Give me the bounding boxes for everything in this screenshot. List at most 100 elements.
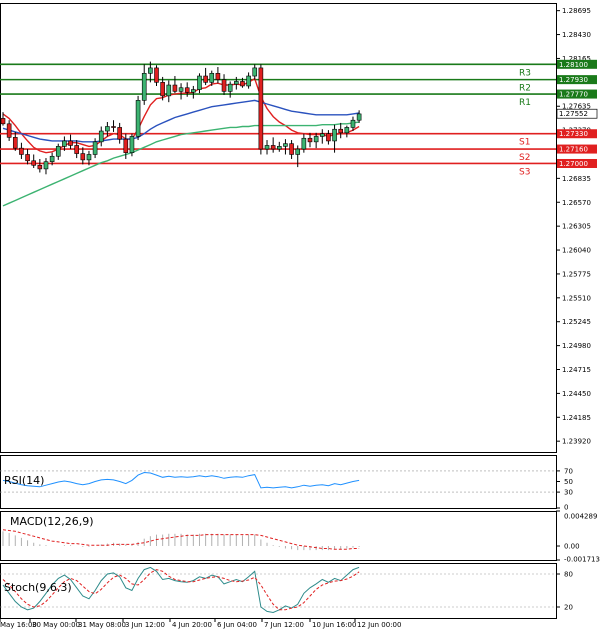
candle-body [326, 133, 331, 142]
macd-tick-label: -0.001713 [564, 556, 600, 564]
rsi-tick-label: 70 [564, 467, 573, 475]
candle [221, 74, 227, 95]
candle [98, 126, 104, 147]
candle-body [264, 145, 270, 150]
price-tick-label: 1.26305 [562, 223, 591, 231]
forex-chart: 1.286951.284301.281651.276351.273701.268… [0, 0, 600, 630]
candle-body [31, 160, 37, 166]
x-tick-label: 3 Jun 12:00 [125, 621, 165, 629]
candle [276, 141, 282, 152]
candle [43, 158, 49, 175]
candle-body [92, 141, 98, 155]
price-tick-label: 1.26040 [562, 247, 591, 255]
panel-frame-rsi [0, 455, 557, 509]
candle-body [62, 140, 67, 147]
candle-body [105, 126, 110, 132]
candle [31, 154, 37, 168]
x-tick-label: 12 Jun 00:00 [357, 621, 401, 629]
candle [338, 122, 344, 139]
price-tick-label: 1.28430 [562, 31, 591, 39]
candle [117, 122, 122, 144]
x-tick-label: 30 May 00:00 [32, 621, 80, 629]
candle-body [178, 87, 184, 92]
candle-body [338, 128, 344, 134]
price-tick-label: 1.24450 [562, 390, 591, 398]
candle-body [307, 137, 313, 143]
price-tick-label: 1.26835 [562, 175, 591, 183]
candle [246, 72, 251, 89]
panel-frame-price [0, 3, 557, 453]
candle-body [276, 146, 282, 150]
candle [270, 137, 276, 153]
candle [234, 76, 239, 90]
x-tick-label: 6 Jun 04:00 [217, 621, 257, 629]
level-label-s1: S1 [519, 138, 530, 148]
candle [111, 120, 116, 132]
candle [289, 140, 294, 159]
current-price-label: 1.27552 [559, 110, 588, 118]
price-tick-label: 1.24715 [562, 366, 591, 374]
level-label-r1: R1 [519, 98, 531, 108]
candle [129, 133, 135, 157]
x-tick-label: 4 Jun 20:00 [172, 621, 212, 629]
stoch-tick-label: 80 [564, 571, 573, 579]
candle-body [19, 147, 24, 155]
level-price-label: 1.28100 [559, 61, 588, 69]
candle-body [283, 143, 288, 147]
candle-body [0, 118, 6, 125]
price-tick-label: 1.28695 [562, 7, 591, 15]
candle [215, 67, 221, 84]
candle [68, 134, 73, 150]
candle-body [49, 155, 55, 162]
rsi-tick-label: 50 [564, 478, 573, 486]
candle-body [12, 137, 18, 149]
candle-body [154, 67, 159, 83]
candle-body [240, 81, 245, 87]
candle [6, 120, 12, 141]
candle [227, 81, 233, 98]
candle-body [197, 75, 202, 90]
level-price-label: 1.27000 [559, 160, 588, 168]
stoch-title: Stoch(9,6,3) [4, 581, 72, 594]
candle-body [313, 136, 319, 143]
candle-body [184, 87, 190, 93]
candle [135, 95, 141, 141]
macd-tick-label: 0.00 [564, 543, 580, 551]
chart-canvas: 1.286951.284301.281651.276351.273701.268… [0, 3, 600, 629]
candle-body [295, 148, 301, 155]
candle-body [172, 84, 178, 92]
candle [172, 76, 178, 94]
price-tick-label: 1.25775 [562, 270, 591, 278]
candle [356, 110, 362, 123]
price-tick-label: 1.24185 [562, 414, 591, 422]
level-label-r2: R2 [519, 84, 531, 94]
candle-body [301, 137, 307, 150]
level-price-label: 1.27770 [559, 91, 588, 99]
candle-body [148, 67, 153, 74]
candle-body [332, 128, 337, 142]
candle-body [166, 84, 172, 97]
candle-body [68, 140, 73, 146]
level-label-s3: S3 [519, 167, 530, 177]
candle-body [270, 145, 276, 150]
stoch-tick-label: 20 [564, 604, 573, 612]
candle [12, 131, 18, 151]
candle-body [289, 143, 294, 155]
candle [141, 64, 147, 105]
candle [283, 139, 288, 155]
candle-body [344, 127, 350, 134]
candle-body [141, 73, 147, 101]
candle-body [98, 130, 104, 143]
candle-body [117, 127, 122, 140]
rsi-title: RSI(14) [4, 474, 44, 487]
candle-body [135, 100, 141, 137]
candle-body [74, 145, 79, 154]
candle [264, 140, 270, 155]
macd-tick-label: 0.004289 [564, 513, 597, 521]
candle [37, 158, 43, 173]
candle [178, 83, 184, 100]
candle-body [111, 126, 116, 128]
candle-body [123, 138, 129, 153]
candle-body [234, 81, 239, 85]
candle [319, 129, 325, 144]
